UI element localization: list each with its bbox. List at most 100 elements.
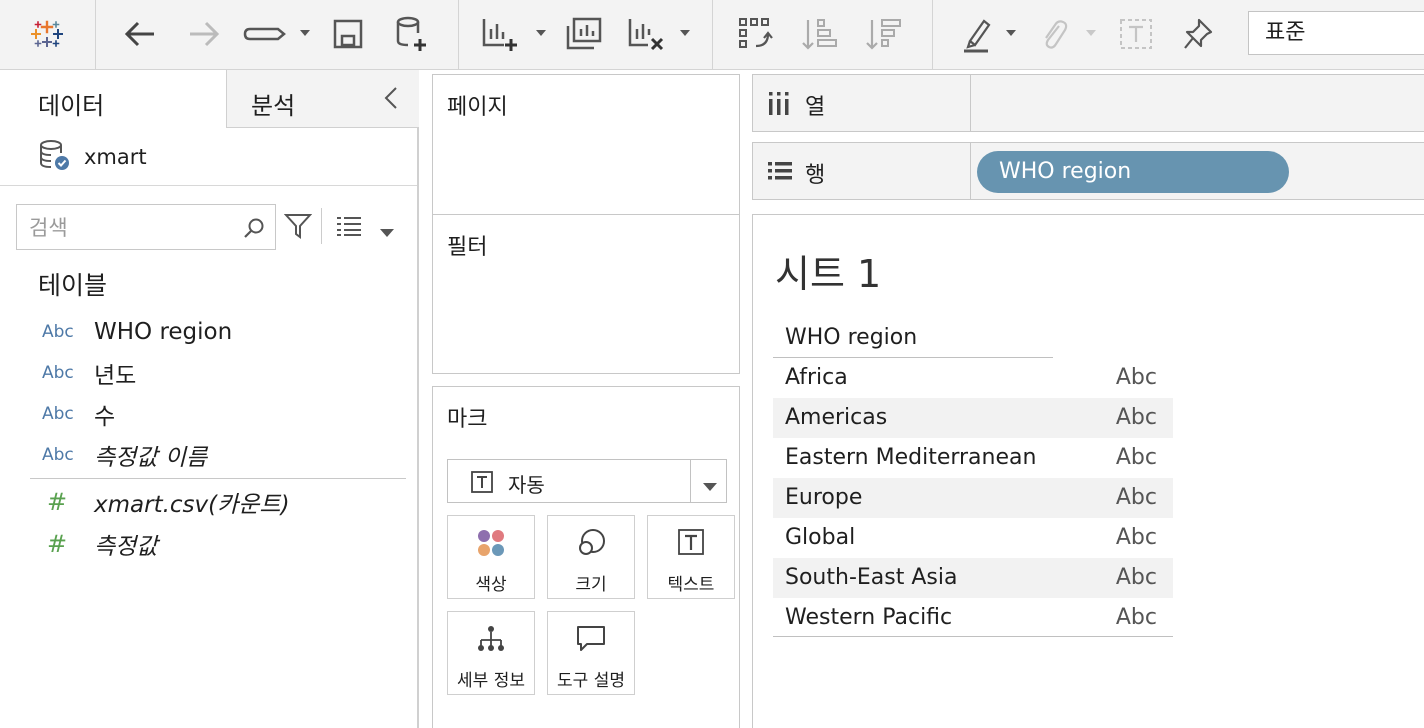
field-name: WHO region [94,319,233,345]
string-type-icon: Abc [42,404,74,424]
save-icon[interactable] [328,14,368,54]
field-name: 수 [94,404,116,430]
filters-card[interactable]: 필터 [432,214,740,374]
redo-icon[interactable] [182,14,226,54]
clear-sheet-icon[interactable] [624,14,668,54]
color-button[interactable]: 색상 [447,515,535,599]
table-row[interactable]: South-East Asia Abc [773,558,1173,598]
text-label-icon[interactable] [1114,14,1158,54]
detail-button[interactable]: 세부 정보 [447,611,535,695]
zoom-select[interactable]: 표준 [1248,11,1424,55]
sort-descending-icon[interactable] [862,14,906,54]
swap-icon[interactable] [734,14,778,54]
row-header: Global [785,525,856,550]
search-box [16,204,276,250]
collapse-pane-icon[interactable] [384,86,398,114]
marks-card-title: 마크 [447,407,488,432]
tableau-logo-icon[interactable] [24,14,70,54]
string-type-icon: Abc [42,322,74,342]
label-button-label: 텍스트 [667,575,715,595]
field-item-measure-names[interactable]: Abc 측정값 이름 [0,437,400,473]
field-item-record-count[interactable]: # xmart.csv(카운트) [0,484,400,520]
mark-type-label: 자동 [508,473,545,497]
table-row[interactable]: Western Pacific Abc [773,598,1173,638]
mark-type-select[interactable]: 자동 [447,459,727,503]
new-datasource-icon[interactable] [390,14,430,54]
row-header: Eastern Mediterranean [785,445,1037,470]
new-worksheet-icon[interactable] [478,14,522,54]
highlight-icon[interactable] [954,14,998,54]
row-header: Western Pacific [785,605,953,630]
string-type-icon: Abc [42,445,74,465]
duplicate-sheet-icon[interactable] [562,14,606,54]
table-row[interactable]: Global Abc [773,518,1173,558]
divider [773,636,1173,637]
tooltip-icon [548,624,634,654]
who-region-pill[interactable]: WHO region [977,151,1289,193]
cell-value: Abc [1115,365,1157,390]
highlight-dropdown-icon[interactable] [1006,30,1016,36]
field-item-who-region[interactable]: Abc WHO region [0,314,400,350]
cell-value: Abc [1115,525,1157,550]
filters-card-title: 필터 [447,235,488,260]
toolbar-separator [932,0,933,70]
field-item-measure-values[interactable]: # 측정값 [0,526,400,562]
row-header: South-East Asia [785,565,958,590]
divider [690,460,691,502]
clear-sheet-dropdown-icon[interactable] [680,30,690,36]
field-name: xmart.csv(카운트) [94,492,290,518]
pages-card-title: 페이지 [447,95,508,120]
tooltip-button[interactable]: 도구 설명 [547,611,635,695]
column-header[interactable]: WHO region [785,325,917,350]
table-row[interactable]: Europe Abc [773,478,1173,518]
divider [30,478,406,479]
datasource-item[interactable]: xmart [38,140,147,172]
toolbar-separator [458,0,459,70]
pin-icon[interactable] [1176,14,1220,54]
table-row[interactable]: Africa Abc [773,358,1173,398]
size-icon [548,528,634,558]
table-row[interactable]: Eastern Mediterranean Abc [773,438,1173,478]
rows-icon [767,159,793,187]
list-view-icon[interactable] [335,215,363,241]
list-view-dropdown-icon[interactable] [379,223,395,242]
field-item-year[interactable]: Abc 년도 [0,355,400,391]
color-button-label: 색상 [475,575,507,595]
cell-value: Abc [1115,405,1157,430]
field-name: 년도 [94,363,137,389]
field-name: 측정값 [94,534,158,560]
replay-dropdown-icon[interactable] [300,30,310,36]
new-worksheet-dropdown-icon[interactable] [536,30,546,36]
detail-button-label: 세부 정보 [457,671,525,691]
filter-icon[interactable] [283,212,313,244]
sheet-title[interactable]: 시트 1 [775,243,881,298]
table-row[interactable]: Americas Abc [773,398,1173,438]
detail-icon [448,624,534,654]
marks-card: 마크 자동 색상 크기 텍스트 세부 정보 도구 설명 [432,386,740,728]
row-header: Africa [785,365,848,390]
attach-icon[interactable] [1032,14,1076,54]
row-header: Europe [785,485,863,510]
label-button[interactable]: 텍스트 [647,515,735,599]
number-type-icon: # [47,530,68,558]
field-item-count[interactable]: Abc 수 [0,396,400,432]
toolbar-separator [95,0,96,70]
columns-icon [767,91,791,121]
toolbar-separator [712,0,713,70]
columns-shelf[interactable]: 열 [752,74,1424,132]
rows-shelf[interactable]: 행 WHO region [752,142,1424,200]
search-icon[interactable] [243,217,265,243]
text-mark-icon [470,470,494,498]
tables-heading: 테이블 [38,271,108,300]
rows-shelf-label-area: 행 [753,143,971,199]
text-icon [648,528,734,556]
undo-icon[interactable] [118,14,162,54]
replay-icon[interactable] [240,14,290,54]
tab-data[interactable]: 데이터 [0,70,226,128]
sort-ascending-icon[interactable] [798,14,842,54]
search-input[interactable] [29,214,229,242]
size-button-label: 크기 [575,575,607,595]
attach-dropdown-icon[interactable] [1086,30,1096,36]
size-button[interactable]: 크기 [547,515,635,599]
columns-shelf-label: 열 [805,95,826,120]
